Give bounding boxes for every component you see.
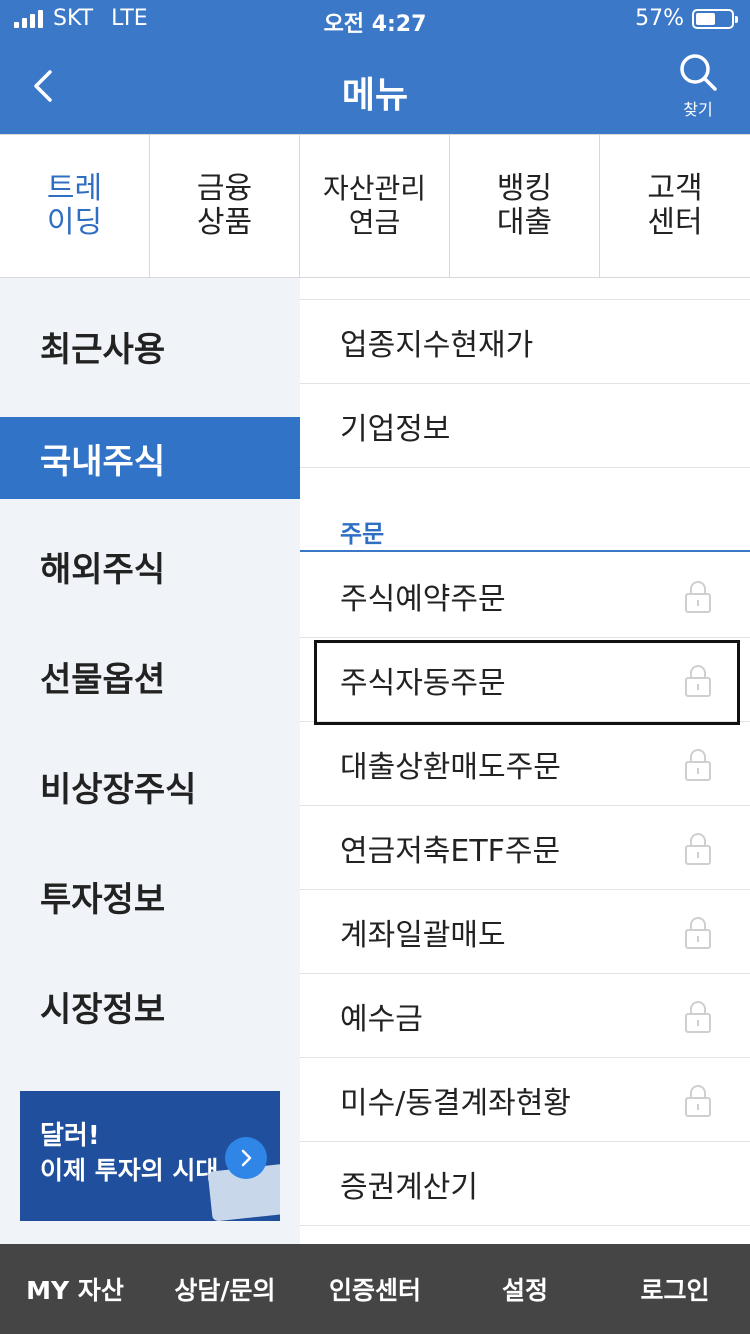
bottom-tab-bar: MY 자산 상담/문의 인증센터 설정 로그인 xyxy=(0,1244,750,1334)
side-item-domestic-stock[interactable]: 국내주식 xyxy=(0,417,300,499)
lock-icon xyxy=(685,1001,711,1033)
tab-trading[interactable]: 트레 이딩 xyxy=(0,135,150,277)
lock-icon xyxy=(685,581,711,613)
status-bar: SKT LTE 오전 4:27 57% xyxy=(0,0,750,40)
promo-banner[interactable]: 달러! 이제 투자의 시대 xyxy=(20,1091,280,1221)
list-item[interactable]: 예수금 xyxy=(300,974,750,1058)
section-header-order: 주문 xyxy=(300,506,750,552)
tab-asset-management[interactable]: 자산관리 연금 xyxy=(300,135,450,277)
list-item[interactable]: 연금저축ETF주문 xyxy=(300,806,750,890)
list-item[interactable]: 기업정보 xyxy=(300,384,750,468)
search-icon xyxy=(680,54,717,91)
tab-banking-loan[interactable]: 뱅킹 대출 xyxy=(450,135,600,277)
lock-icon xyxy=(685,749,711,781)
page-title: 메뉴 xyxy=(341,75,409,116)
tab-login[interactable]: 로그인 xyxy=(600,1244,750,1334)
search-label: 찾기 xyxy=(683,100,713,119)
side-item-market-info[interactable]: 시장정보 xyxy=(0,965,300,1047)
tab-settings[interactable]: 설정 xyxy=(450,1244,600,1334)
search-button[interactable]: 찾기 xyxy=(670,52,726,120)
side-item-futures-options[interactable]: 선물옵션 xyxy=(0,635,300,717)
banner-line2: 이제 투자의 시대 xyxy=(40,1156,219,1185)
side-item-recent[interactable]: 최근사용 xyxy=(0,305,300,387)
side-item-overseas-stock[interactable]: 해외주식 xyxy=(0,525,300,607)
tab-consultation[interactable]: 상담/문의 xyxy=(150,1244,300,1334)
list-item[interactable]: 업종지수현재가 xyxy=(300,300,750,384)
menu-list: 업종지수현재가 기업정보 주문 주식예약주문 주식자동주문 대출상환매도주문 연… xyxy=(300,278,750,1244)
tab-my-assets[interactable]: MY 자산 xyxy=(0,1244,150,1334)
list-item[interactable]: 주식예약주문 xyxy=(300,554,750,638)
list-item[interactable]: 미수/동결계좌현황 xyxy=(300,1058,750,1142)
side-menu: 최근사용 국내주식 해외주식 선물옵션 비상장주식 투자정보 시장정보 달러! … xyxy=(0,278,300,1244)
category-tabs: 트레 이딩 금융 상품 자산관리 연금 뱅킹 대출 고객 센터 xyxy=(0,134,750,278)
tab-financial-products[interactable]: 금융 상품 xyxy=(150,135,300,277)
lock-icon xyxy=(685,1085,711,1117)
side-item-unlisted-stock[interactable]: 비상장주식 xyxy=(0,745,300,827)
list-item[interactable]: 증권계산기 xyxy=(300,1142,750,1226)
side-item-investment-info[interactable]: 투자정보 xyxy=(0,855,300,937)
battery-icon xyxy=(692,8,738,29)
tab-certification-center[interactable]: 인증센터 xyxy=(300,1244,450,1334)
arrow-right-icon xyxy=(225,1137,267,1179)
selection-highlight xyxy=(314,640,740,725)
list-item[interactable]: 계좌일괄매도 xyxy=(300,890,750,974)
lock-icon xyxy=(685,917,711,949)
nav-bar: 메뉴 찾기 xyxy=(0,40,750,134)
tab-customer-center[interactable]: 고객 센터 xyxy=(600,135,750,277)
lock-icon xyxy=(685,833,711,865)
list-item[interactable]: 대출상환매도주문 xyxy=(300,722,750,806)
banner-line1: 달러! xyxy=(40,1121,100,1151)
battery-percent: 57% xyxy=(635,6,684,31)
